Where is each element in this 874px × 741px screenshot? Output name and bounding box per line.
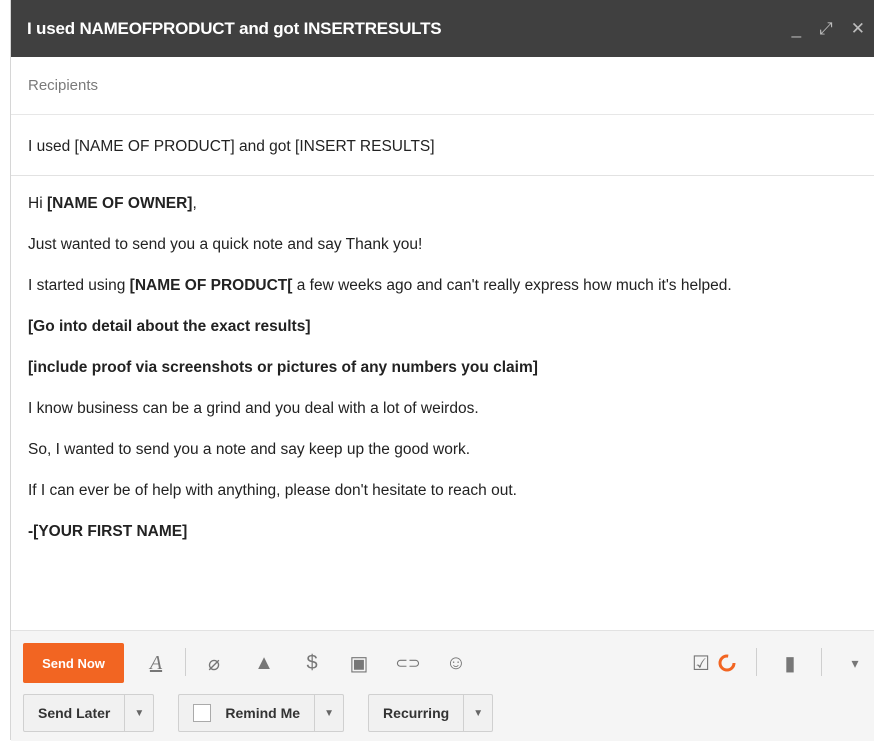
subject-value: I used [NAME OF PRODUCT] and got [INSERT… [28, 138, 435, 155]
started-prefix: I started using [28, 277, 130, 294]
recipients-field[interactable]: Recipients [11, 57, 874, 115]
started-suffix: a few weeks ago and can't really express… [292, 277, 732, 294]
signature-line: -[YOUR FIRST NAME] [28, 522, 848, 541]
body-line-results: [Go into detail about the exact results] [28, 317, 848, 336]
greeting-prefix: Hi [28, 195, 47, 212]
compose-toolbar: Send Now A ⌀ ▲ $ ▣ ⊂⊃ ☺ ☑ ▮ ▾ Send Later… [11, 630, 874, 741]
checkbox-icon[interactable]: ☑ [689, 651, 713, 675]
money-icon[interactable]: $ [301, 651, 323, 675]
toolbar-divider [821, 648, 822, 676]
signature-placeholder: -[YOUR FIRST NAME] [28, 523, 188, 540]
emoji-icon[interactable]: ☺ [443, 651, 469, 675]
photo-icon[interactable]: ▣ [347, 651, 371, 675]
recurring-label: Recurring [383, 705, 450, 721]
chevron-down-icon[interactable]: ▼ [124, 695, 153, 731]
remind-me-label: Remind Me [225, 705, 301, 721]
compose-titlebar[interactable]: I used NAMEOFPRODUCT and got INSERTRESUL… [11, 0, 874, 57]
chevron-down-icon[interactable]: ▼ [463, 695, 492, 731]
body-line-business: I know business can be a grind and you d… [28, 400, 479, 417]
greeting-line: Hi [NAME OF OWNER], [28, 194, 848, 213]
recipients-placeholder: Recipients [28, 77, 99, 94]
owner-placeholder: [NAME OF OWNER] [46, 195, 193, 212]
more-options-icon[interactable]: ▾ [845, 651, 865, 675]
product-placeholder: [NAME OF PRODUCT[ [129, 277, 293, 294]
attach-icon[interactable]: ⌀ [203, 651, 225, 675]
recurring-button[interactable]: Recurring ▼ [368, 694, 494, 732]
link-icon[interactable]: ⊂⊃ [391, 651, 425, 675]
send-later-label: Send Later [38, 705, 111, 721]
boomerang-icon[interactable] [715, 651, 739, 675]
body-line-started: I started using [NAME OF PRODUCT[ a few … [28, 276, 848, 295]
results-placeholder: [Go into detail about the exact results] [28, 318, 311, 335]
proof-placeholder: [include proof via screenshots or pictur… [28, 359, 538, 376]
send-later-button[interactable]: Send Later ▼ [23, 694, 155, 732]
remind-me-checkbox[interactable] [193, 704, 212, 722]
body-line-thanks: Just wanted to send you a quick note and… [28, 236, 423, 253]
toolbar-divider [185, 648, 186, 676]
drive-icon[interactable]: ▲ [251, 651, 277, 675]
toolbar-divider [756, 648, 757, 676]
compose-title: I used NAMEOFPRODUCT and got INSERTRESUL… [27, 18, 442, 38]
trash-icon[interactable]: ▮ [779, 651, 801, 675]
chevron-down-icon[interactable]: ▼ [314, 695, 343, 731]
window-controls: _ ⤢ ✕ [792, 19, 874, 39]
format-text-icon[interactable]: A [145, 651, 167, 675]
compose-window: I used NAMEOFPRODUCT and got INSERTRESUL… [10, 0, 874, 741]
greeting-suffix: , [192, 195, 197, 212]
body-line-proof: [include proof via screenshots or pictur… [28, 358, 848, 377]
body-line-help: If I can ever be of help with anything, … [28, 482, 517, 499]
expand-icon[interactable]: ⤢ [819, 19, 833, 39]
send-now-button[interactable]: Send Now [23, 643, 124, 683]
bottom-actions: Send Later ▼ Remind Me ▼ Recurring ▼ [23, 693, 494, 733]
body-line-note: So, I wanted to send you a note and say … [28, 441, 471, 458]
subject-field[interactable]: I used [NAME OF PRODUCT] and got [INSERT… [11, 119, 874, 176]
close-icon[interactable]: ✕ [851, 19, 865, 39]
message-body[interactable]: Hi [NAME OF OWNER], Just wanted to send … [28, 194, 848, 563]
remind-me-button[interactable]: Remind Me ▼ [178, 694, 345, 732]
minimize-icon[interactable]: _ [792, 19, 801, 39]
